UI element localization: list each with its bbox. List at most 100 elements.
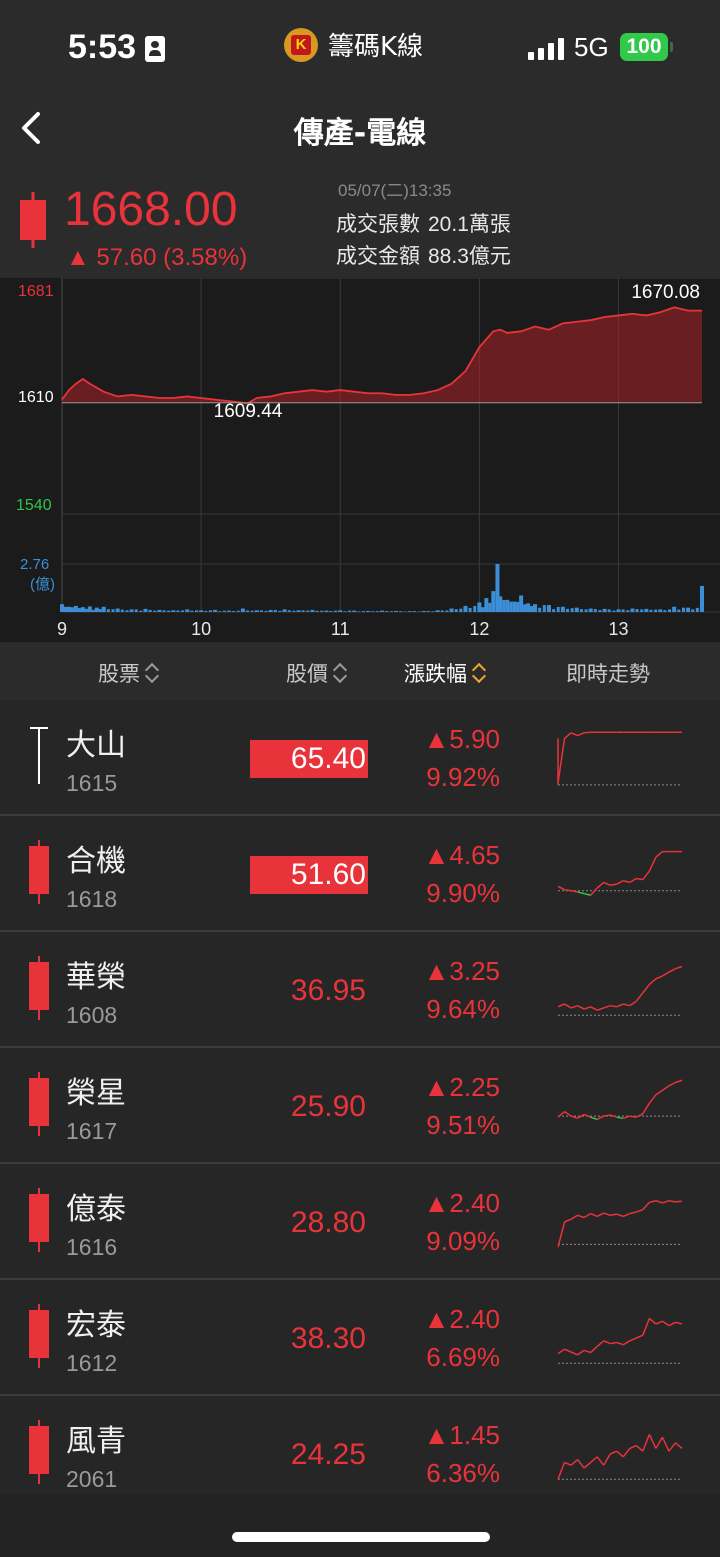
volume-bar bbox=[338, 610, 343, 612]
volume-bar bbox=[70, 607, 74, 612]
volume-bar bbox=[278, 610, 282, 612]
volume-bar bbox=[519, 595, 524, 612]
trend-sparkline bbox=[557, 1199, 683, 1248]
volume-bar bbox=[329, 611, 333, 612]
status-time: 5:53 bbox=[68, 28, 137, 66]
volume-bar bbox=[488, 602, 492, 612]
volume-bar bbox=[306, 610, 310, 612]
volume-unit-label: (億) bbox=[30, 576, 55, 593]
sort-by-price[interactable]: 股價 bbox=[286, 658, 348, 688]
page-title: 傳產-電線 bbox=[293, 116, 427, 151]
volume-bar bbox=[254, 610, 259, 612]
volume-bar bbox=[552, 609, 556, 612]
header-stock: 股票 bbox=[98, 662, 140, 686]
volume-bar bbox=[526, 603, 531, 612]
volume-max-label: 2.76 bbox=[20, 556, 49, 573]
volume-bar bbox=[560, 606, 565, 612]
volume-bar bbox=[449, 608, 454, 612]
header-change: 漲跌幅 bbox=[404, 662, 467, 686]
volume-bar bbox=[579, 609, 583, 612]
stock-price: 65.40 bbox=[250, 740, 368, 778]
volume-bar bbox=[542, 605, 546, 612]
volume-bar bbox=[556, 606, 560, 612]
stock-row[interactable]: 宏泰 1612 38.30 ▲2.40 6.69% bbox=[0, 1280, 720, 1396]
index-change: ▲ 57.60 (3.58%) bbox=[66, 244, 248, 271]
volume-bar bbox=[310, 609, 315, 612]
volume-bar bbox=[654, 609, 658, 612]
volume-bar bbox=[399, 611, 403, 612]
volume-bar bbox=[588, 608, 593, 612]
red-candle-icon bbox=[29, 1420, 49, 1484]
stock-code: 1616 bbox=[66, 1234, 118, 1260]
volume-bar bbox=[366, 610, 371, 612]
stock-name: 宏泰 bbox=[66, 1308, 126, 1343]
volume-bar bbox=[677, 609, 681, 612]
volume-bar bbox=[371, 611, 375, 612]
red-candle-icon bbox=[29, 840, 49, 904]
volume-bar bbox=[473, 605, 477, 612]
volume-value: 20.1萬張 bbox=[428, 213, 511, 236]
stock-price: 25.90 bbox=[290, 1090, 366, 1123]
volume-bar bbox=[509, 601, 513, 612]
volume-bar bbox=[516, 601, 520, 612]
red-candle-icon bbox=[29, 1072, 49, 1136]
volume-bar bbox=[268, 609, 273, 612]
volume-bar bbox=[468, 607, 472, 612]
stock-change: ▲1.45 bbox=[423, 1420, 500, 1450]
header-trend: 即時走勢 bbox=[566, 662, 650, 686]
volume-bar bbox=[412, 611, 416, 612]
sort-by-stock[interactable]: 股票 bbox=[98, 658, 160, 688]
cellular-signal-icon bbox=[528, 38, 564, 60]
volume-bar bbox=[157, 609, 162, 612]
stock-change: ▲2.40 bbox=[423, 1188, 500, 1218]
stock-row[interactable]: 華榮 1608 36.95 ▲3.25 9.64% bbox=[0, 932, 720, 1048]
app-name: 籌碼K線 bbox=[328, 32, 424, 62]
stock-change-percent: 9.90% bbox=[426, 878, 500, 908]
volume-bar bbox=[287, 610, 291, 612]
volume-bar bbox=[101, 606, 106, 612]
volume-bar bbox=[348, 610, 352, 612]
volume-bar bbox=[98, 609, 102, 612]
volume-bar bbox=[63, 606, 67, 612]
high-price-label: 1670.08 bbox=[631, 282, 700, 303]
stock-row[interactable]: 合機 1618 51.60 ▲4.65 9.90% bbox=[0, 816, 720, 932]
volume-bar bbox=[324, 610, 329, 612]
intraday-chart[interactable]: 1681 1610 1540 2.76 (億) 1670.08 1609.44 9 10 11 12… bbox=[0, 278, 720, 642]
volume-bar bbox=[375, 611, 379, 612]
volume-bar bbox=[73, 605, 78, 612]
volume-bar bbox=[574, 607, 579, 612]
red-candle-icon bbox=[29, 1188, 49, 1252]
volume-bar bbox=[523, 604, 527, 612]
volume-bar bbox=[301, 610, 305, 612]
stock-name: 華榮 bbox=[66, 960, 126, 995]
volume-bar bbox=[129, 609, 134, 612]
volume-bar bbox=[240, 608, 245, 612]
volume-bar bbox=[570, 608, 574, 612]
volume-bar bbox=[393, 610, 398, 612]
status-bar: 5:53 K 籌碼K線 5G 100 bbox=[0, 0, 720, 92]
volume-bar bbox=[546, 605, 551, 612]
volume-label: 成交張數 bbox=[336, 212, 420, 236]
stock-row[interactable]: 大山 1615 65.40 ▲5.90 9.92% bbox=[0, 700, 720, 816]
volume-bar bbox=[477, 602, 482, 612]
volume-bar bbox=[194, 610, 198, 612]
sort-arrows-icon bbox=[146, 662, 160, 684]
contact-card-icon bbox=[145, 36, 165, 62]
stock-row[interactable]: 榮星 1617 25.90 ▲2.25 9.51% bbox=[0, 1048, 720, 1164]
volume-bar bbox=[250, 610, 254, 612]
sort-arrows-icon bbox=[334, 662, 348, 684]
volume-bar bbox=[417, 611, 421, 612]
y-label-bottom: 1540 bbox=[16, 497, 52, 514]
volume-bars bbox=[60, 564, 704, 612]
volume-bar bbox=[218, 611, 222, 612]
volume-bar bbox=[292, 610, 296, 612]
stock-change: ▲2.40 bbox=[423, 1304, 500, 1334]
sort-by-change[interactable]: 漲跌幅 bbox=[404, 658, 487, 688]
home-indicator[interactable] bbox=[232, 1532, 490, 1542]
volume-bar bbox=[649, 609, 653, 612]
volume-bar bbox=[380, 610, 384, 612]
volume-bar bbox=[407, 611, 412, 612]
volume-bar bbox=[199, 610, 204, 612]
stock-row[interactable]: 億泰 1616 28.80 ▲2.40 9.09% bbox=[0, 1164, 720, 1280]
volume-bar bbox=[491, 591, 496, 612]
